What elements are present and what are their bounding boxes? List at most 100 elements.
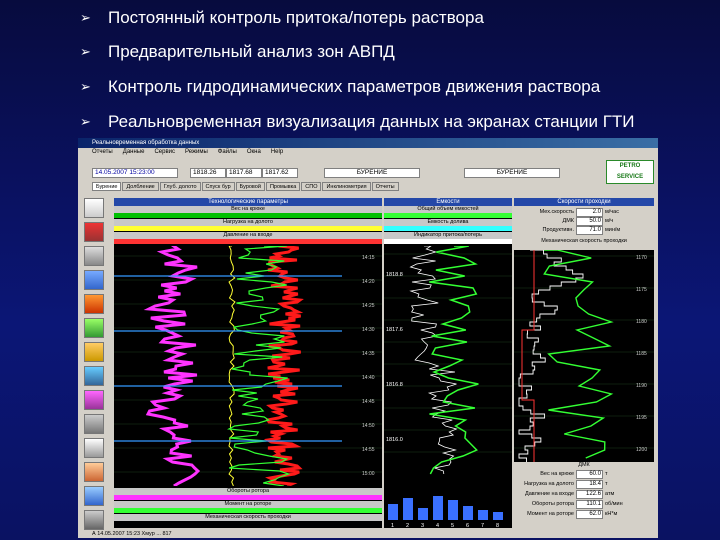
globe-icon[interactable] (84, 366, 104, 386)
stat-label: Момент на роторе (527, 511, 574, 517)
network-icon[interactable] (84, 270, 104, 290)
open-file-icon[interactable] (84, 198, 104, 218)
white-trace (409, 246, 458, 475)
tick-label: 14:25 (362, 303, 375, 309)
down-arrow-icon[interactable] (84, 222, 104, 242)
tick-label: 14:30 (362, 327, 375, 333)
tank-number: 8 (496, 523, 499, 528)
stat-label: Мех.скорость (539, 209, 574, 215)
tank-bar (463, 506, 473, 520)
stat-value: 110.1 (576, 499, 603, 509)
tab[interactable]: Долбление (122, 182, 159, 191)
datetime-field: 14.05.2007 15:23:00 (92, 168, 178, 178)
bullet-item: ➢ Постоянный контроль притока/потерь раст… (80, 8, 484, 28)
stat-unit: м/ч (605, 218, 614, 224)
stats-top-box: Мех.скорость 2.0 м/час ДМК 50.0 м/ч Продукти… (514, 206, 654, 250)
level-bar (114, 239, 382, 244)
tick-label: 14:45 (362, 399, 375, 405)
panel-title: Скорости проходки (514, 198, 654, 206)
monitor-icon[interactable] (84, 414, 104, 434)
tab[interactable]: Промывка (265, 182, 301, 191)
bullet-arrow-icon: ➢ (80, 114, 91, 129)
tick-label: 14:50 (362, 423, 375, 429)
exit-icon[interactable] (84, 510, 104, 530)
printer-icon[interactable] (84, 246, 104, 266)
menu-item[interactable]: Режимы (185, 148, 208, 157)
level-bar (114, 495, 382, 500)
tab[interactable]: Отчеты (371, 182, 399, 191)
tab[interactable]: Бурение (92, 182, 122, 191)
bullet-item: ➢ Предварительный анализ зон АВПД (80, 42, 395, 62)
bullet-text: Контроль гидродинамических параметров дв… (108, 77, 601, 96)
tick-label: 1190 (636, 383, 647, 389)
stat-row: Обороты ротора 110.1 об/мин (516, 499, 652, 509)
stat-value: 122.6 (576, 489, 603, 499)
people-icon[interactable] (84, 462, 104, 482)
left-toolbar (78, 192, 112, 538)
stat-label: Продуктивн. (542, 227, 574, 233)
depth-field: 1817.62 (262, 168, 298, 178)
menu-item[interactable]: Сервис (154, 148, 175, 157)
stat-label: Обороты ротора (531, 501, 574, 507)
stat-row: Вес на крюке 60.0 т (516, 469, 652, 479)
stat-value: 60.0 (576, 469, 603, 479)
mode-field: БУРЕНИЕ (324, 168, 420, 178)
tick-label: 1175 (636, 287, 647, 293)
tools-icon[interactable] (84, 390, 104, 410)
stat-unit: т (605, 481, 608, 487)
bullet-text: Постоянный контроль притока/потерь раств… (108, 8, 484, 27)
stat-row: Давление на входе 122.6 атм (516, 489, 652, 499)
tab[interactable]: Буровой (235, 182, 265, 191)
bullet-arrow-icon: ➢ (80, 44, 91, 59)
level-bar (384, 226, 512, 231)
tanks-panel: Емкости Общий объем емкостей Емкость дол… (384, 198, 512, 528)
depth-field: 1818.26 (190, 168, 226, 178)
tab-strip: Бурение Долбление Глуб. долото Спуск бур… (92, 182, 399, 191)
green-trace (429, 246, 479, 475)
menu-item[interactable]: Файлы (218, 148, 237, 157)
tick-label: 1195 (636, 415, 647, 421)
tank-number: 4 (436, 523, 439, 528)
bullet-item: ➢ Контроль гидродинамических параметров д… (80, 77, 600, 97)
menu-item[interactable]: Отчеты (92, 148, 113, 157)
stat-label: Вес на крюке (540, 471, 574, 477)
magenta-trace (143, 246, 201, 486)
tab[interactable]: Глуб. долото (159, 182, 201, 191)
stat-unit: кН*м (605, 511, 618, 517)
tick-label: 15:00 (362, 471, 375, 477)
tab[interactable]: Спуск бур (201, 182, 235, 191)
tick-label: 14:35 (362, 351, 375, 357)
database-icon[interactable] (84, 438, 104, 458)
track-label: ДМК (578, 462, 590, 468)
level-bar (114, 213, 382, 218)
stat-value: 50.0 (576, 216, 603, 226)
stat-row: Момент на роторе 62.0 кН*м (516, 509, 652, 519)
tab[interactable]: Инклинометрия (322, 182, 371, 191)
menu-item[interactable]: Данные (123, 148, 145, 157)
mode-field: БУРЕНИЕ (464, 168, 560, 178)
chart-icon[interactable] (84, 318, 104, 338)
stats-bottom-box: ДМК Вес на крюке 60.0 т Нагрузка на долото… (514, 462, 654, 528)
speed-panel: Скорости проходки Мех.скорость 2.0 м/час Д… (514, 198, 654, 528)
settings-icon[interactable] (84, 486, 104, 506)
level-bar (384, 213, 512, 218)
tank-bar (403, 498, 413, 520)
track-label: Вес на крюке (114, 206, 382, 213)
stat-row: Продуктивн. 71.0 мин/м (516, 225, 652, 235)
tank-number: 1 (391, 523, 394, 528)
tab[interactable]: СПО (301, 182, 322, 191)
track-label: Индикатор притока/потерь (384, 232, 512, 239)
drill-icon[interactable] (84, 342, 104, 362)
stat-value: 18.4 (576, 479, 603, 489)
tank-bar (433, 496, 443, 520)
books-icon[interactable] (84, 294, 104, 314)
stat-row: ДМК 50.0 м/ч (516, 216, 652, 226)
menu-item[interactable]: Help (271, 148, 283, 157)
track-label: Механическая скорость проходки (114, 514, 382, 521)
info-bar: 14.05.2007 15:23:00 1818.26 1817.68 1817… (92, 158, 658, 180)
track-label: Емкость долива (384, 219, 512, 226)
menu-item[interactable]: Окна (247, 148, 261, 157)
yellow-trace (228, 246, 236, 486)
petroservice-logo: PETRO SERVICE (606, 160, 654, 184)
tick-label: 14:40 (362, 375, 375, 381)
